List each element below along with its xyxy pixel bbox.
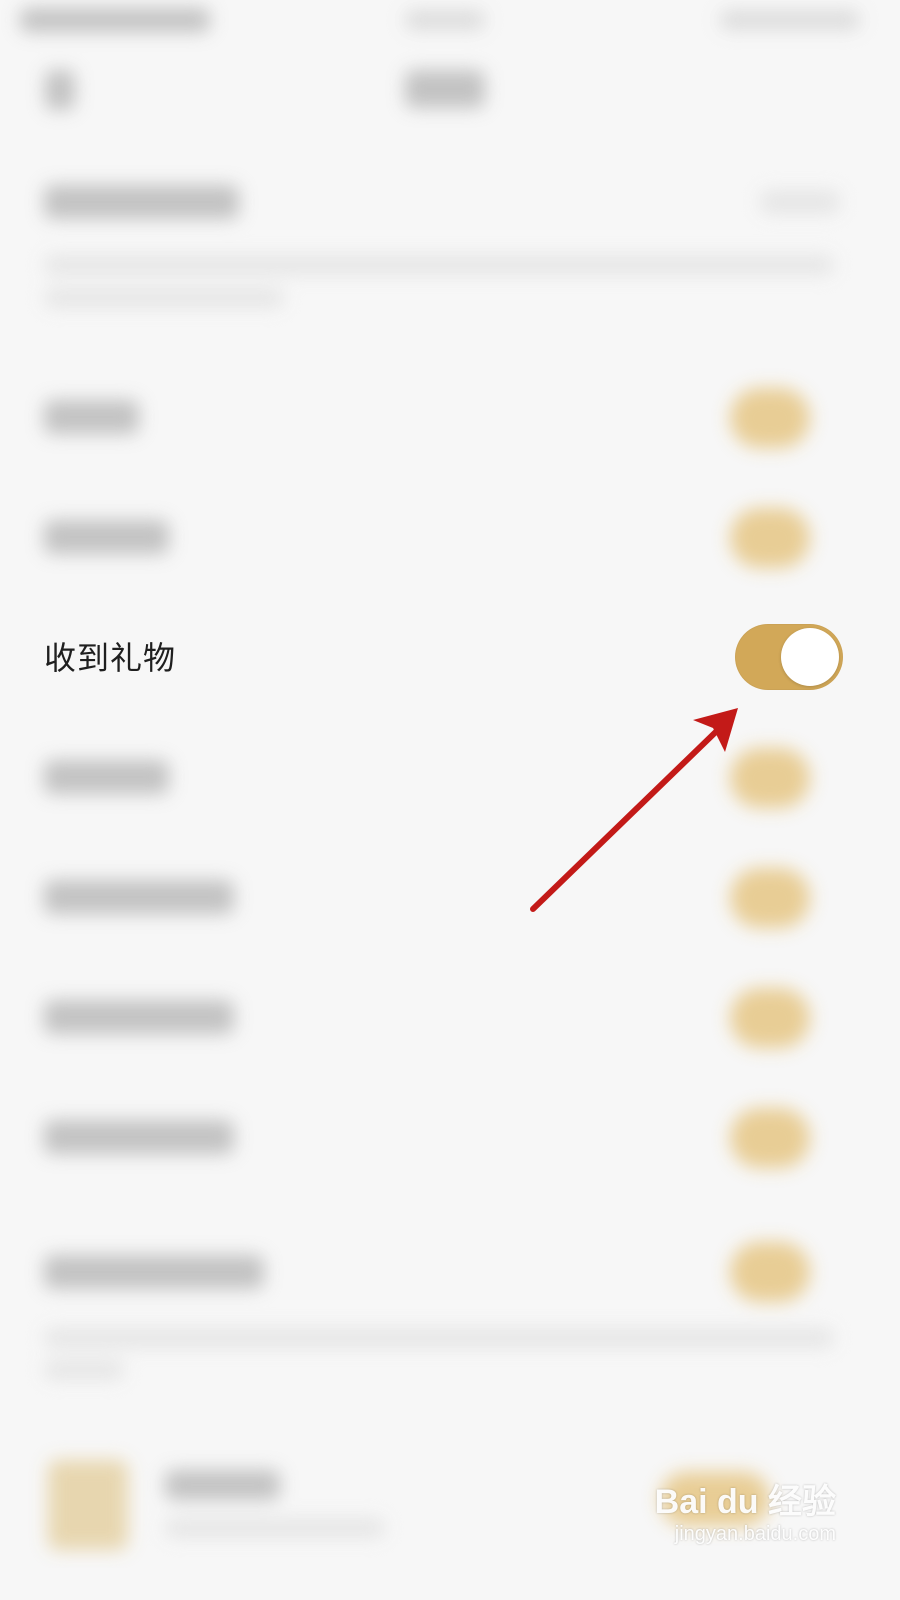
blurred-toggle-6 bbox=[730, 988, 810, 1048]
blurred-row-label-4 bbox=[44, 760, 169, 794]
blurred-description-line-1 bbox=[44, 255, 834, 275]
baidu-jingyan-watermark: Bai du 经验 jingyan.baidu.com bbox=[655, 1482, 836, 1546]
settings-screen: 收到礼物 Bai du 经验 jingyan.baidu.com bbox=[0, 0, 882, 1568]
row-label: 收到礼物 bbox=[44, 639, 177, 677]
blurred-bottom-subtitle bbox=[165, 1518, 385, 1538]
blurred-row-label-8 bbox=[44, 1255, 264, 1289]
blurred-toggle-1 bbox=[730, 388, 810, 448]
toggle-knob bbox=[781, 628, 839, 686]
settings-row-receive-gift: 收到礼物 bbox=[0, 612, 882, 702]
blurred-row-note-line-2 bbox=[44, 1360, 124, 1380]
blurred-row-label-1 bbox=[44, 400, 139, 434]
blurred-back-icon bbox=[45, 70, 75, 110]
blurred-bottom-title bbox=[165, 1470, 280, 1500]
blurred-row-label-5 bbox=[44, 880, 234, 914]
blurred-row-label-6 bbox=[44, 1000, 234, 1034]
blurred-row-label-2 bbox=[44, 520, 169, 554]
blurred-toggle-8 bbox=[730, 1242, 810, 1302]
receive-gift-toggle[interactable] bbox=[735, 624, 843, 690]
blurred-status-left bbox=[20, 8, 210, 32]
blurred-section-side bbox=[760, 190, 840, 214]
blurred-background bbox=[0, 0, 882, 1568]
blurred-row-note-line-1 bbox=[44, 1328, 834, 1348]
blurred-row-label-7 bbox=[44, 1120, 234, 1154]
blurred-status-center bbox=[405, 10, 485, 30]
watermark-brand: Bai du 经验 bbox=[654, 1483, 836, 1521]
blurred-avatar bbox=[48, 1460, 128, 1550]
watermark-url: jingyan.baidu.com bbox=[674, 1523, 836, 1545]
blurred-toggle-5 bbox=[730, 868, 810, 928]
blurred-toggle-4 bbox=[730, 748, 810, 808]
blurred-toggle-7 bbox=[730, 1108, 810, 1168]
blurred-toggle-2 bbox=[730, 508, 810, 568]
blurred-section-title bbox=[44, 185, 239, 219]
blurred-description-line-2 bbox=[44, 288, 284, 308]
blurred-page-title bbox=[405, 70, 485, 108]
blurred-status-right bbox=[720, 10, 860, 30]
